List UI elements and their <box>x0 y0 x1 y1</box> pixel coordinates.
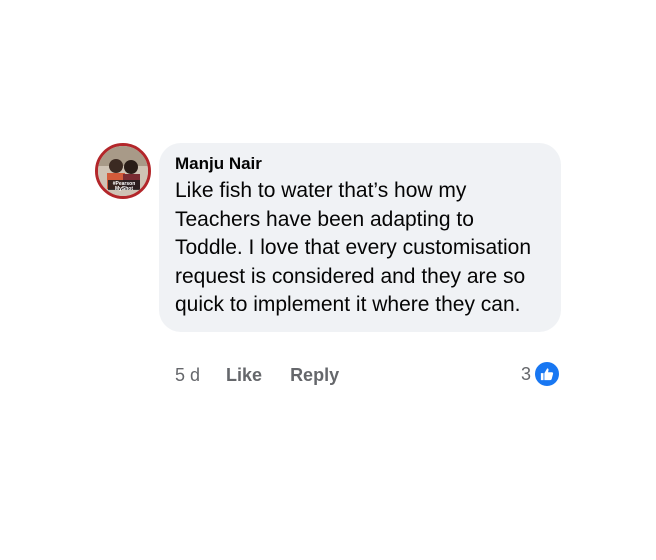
reply-button[interactable]: Reply <box>290 365 339 386</box>
thumbs-up-icon <box>534 361 561 387</box>
avatar-image: #Pearson MyShot <box>98 146 148 196</box>
like-button[interactable]: Like <box>226 365 262 386</box>
reaction-count: 3 <box>521 363 532 384</box>
author-name[interactable]: Manju Nair <box>175 153 547 175</box>
avatar[interactable]: #Pearson MyShot <box>95 143 151 199</box>
reaction-summary[interactable]: 3 <box>521 361 561 387</box>
comment-actions: 5 d Like Reply <box>175 365 367 386</box>
comment-text: Like fish to water that’s how my Teacher… <box>175 179 532 316</box>
svg-text:MyShot: MyShot <box>115 186 133 192</box>
timestamp[interactable]: 5 d <box>175 365 200 386</box>
comment-bubble: Manju Nair Like fish to water that’s how… <box>159 143 561 332</box>
